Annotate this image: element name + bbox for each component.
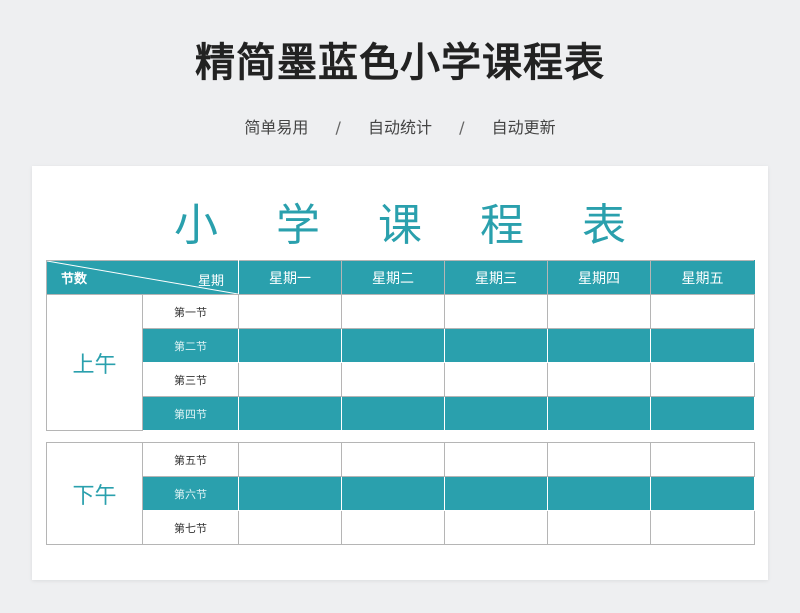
- schedule-cell[interactable]: [547, 396, 651, 431]
- subtitle: 简单易用 / 自动统计 / 自动更新: [0, 114, 800, 138]
- schedule-cell[interactable]: [444, 442, 548, 477]
- subtitle-separator: /: [335, 118, 341, 137]
- schedule-cell[interactable]: [547, 328, 651, 363]
- subtitle-separator: /: [459, 118, 465, 137]
- schedule-cell[interactable]: [444, 362, 548, 397]
- schedule-cell[interactable]: [650, 442, 755, 477]
- schedule-cell[interactable]: [238, 442, 342, 477]
- sheet-title: 小学课程表: [174, 200, 684, 251]
- header-day: 星期四: [547, 260, 651, 295]
- subtitle-item-stats: 自动统计: [367, 118, 432, 137]
- schedule-cell[interactable]: [444, 294, 548, 329]
- schedule-cell[interactable]: [650, 476, 755, 511]
- schedule-cell[interactable]: [238, 396, 342, 431]
- schedule-cell[interactable]: [238, 294, 342, 329]
- header-day: 星期二: [341, 260, 445, 295]
- table-row: 下午 第五节: [46, 442, 755, 545]
- slot-label: 第二节: [142, 328, 239, 363]
- period-label-afternoon: 下午: [46, 442, 143, 545]
- schedule-cell[interactable]: [238, 362, 342, 397]
- schedule-cell[interactable]: [238, 510, 342, 545]
- header-day: 星期一: [238, 260, 342, 295]
- schedule-cell[interactable]: [341, 442, 445, 477]
- header-day: 星期三: [444, 260, 548, 295]
- slot-label: 第七节: [142, 510, 239, 545]
- header-day: 星期五: [650, 260, 755, 295]
- header-corner-cell: 节数 星期: [46, 260, 239, 295]
- afternoon-schedule-table: 下午 第五节 第六节 第七节: [46, 442, 755, 545]
- subtitle-item-easy: 简单易用: [244, 118, 309, 137]
- page-title: 精简墨蓝色小学课程表: [195, 40, 605, 86]
- table-row: 第七节: [47, 510, 755, 545]
- slot-label: 第三节: [142, 362, 239, 397]
- schedule-cell[interactable]: [238, 328, 342, 363]
- schedule-cell[interactable]: [341, 510, 445, 545]
- schedule-cell[interactable]: [650, 362, 755, 397]
- corner-label-periods: 节数: [61, 272, 88, 287]
- schedule-cell[interactable]: [444, 476, 548, 511]
- slot-label: 第一节: [142, 294, 239, 329]
- schedule-cell[interactable]: [444, 510, 548, 545]
- period-label-morning: 上午: [46, 294, 143, 431]
- schedule-cell[interactable]: [650, 396, 755, 431]
- corner-label-weekday: 星期: [197, 274, 224, 289]
- schedule-cell[interactable]: [341, 396, 445, 431]
- schedule-cell[interactable]: [547, 362, 651, 397]
- schedule-cell[interactable]: [547, 294, 651, 329]
- schedule-cell[interactable]: [341, 476, 445, 511]
- morning-schedule-table: 节数 星期 星期一 星期二 星期三 星期四 星期五 上午 第一节 第二节 第三节…: [46, 260, 755, 431]
- table-row: 第六节: [47, 476, 755, 511]
- slot-label: 第四节: [142, 396, 239, 431]
- schedule-cell[interactable]: [238, 476, 342, 511]
- slot-label: 第五节: [142, 442, 239, 477]
- table-row: 第三节: [47, 362, 755, 397]
- schedule-cell[interactable]: [444, 396, 548, 431]
- schedule-cell[interactable]: [341, 294, 445, 329]
- schedule-cell[interactable]: [341, 362, 445, 397]
- schedule-cell[interactable]: [444, 328, 548, 363]
- schedule-cell[interactable]: [341, 328, 445, 363]
- slot-label: 第六节: [142, 476, 239, 511]
- schedule-cell[interactable]: [650, 294, 755, 329]
- table-row: 第四节: [47, 396, 755, 431]
- table-row: 第二节: [47, 328, 755, 363]
- schedule-cell[interactable]: [650, 510, 755, 545]
- schedule-cell[interactable]: [650, 328, 755, 363]
- table-row: 上午 第一节: [46, 294, 755, 431]
- subtitle-item-update: 自动更新: [491, 118, 556, 137]
- schedule-cell[interactable]: [547, 442, 651, 477]
- schedule-cell[interactable]: [547, 510, 651, 545]
- header-row: 节数 星期 星期一 星期二 星期三 星期四 星期五: [46, 260, 755, 295]
- schedule-cell[interactable]: [547, 476, 651, 511]
